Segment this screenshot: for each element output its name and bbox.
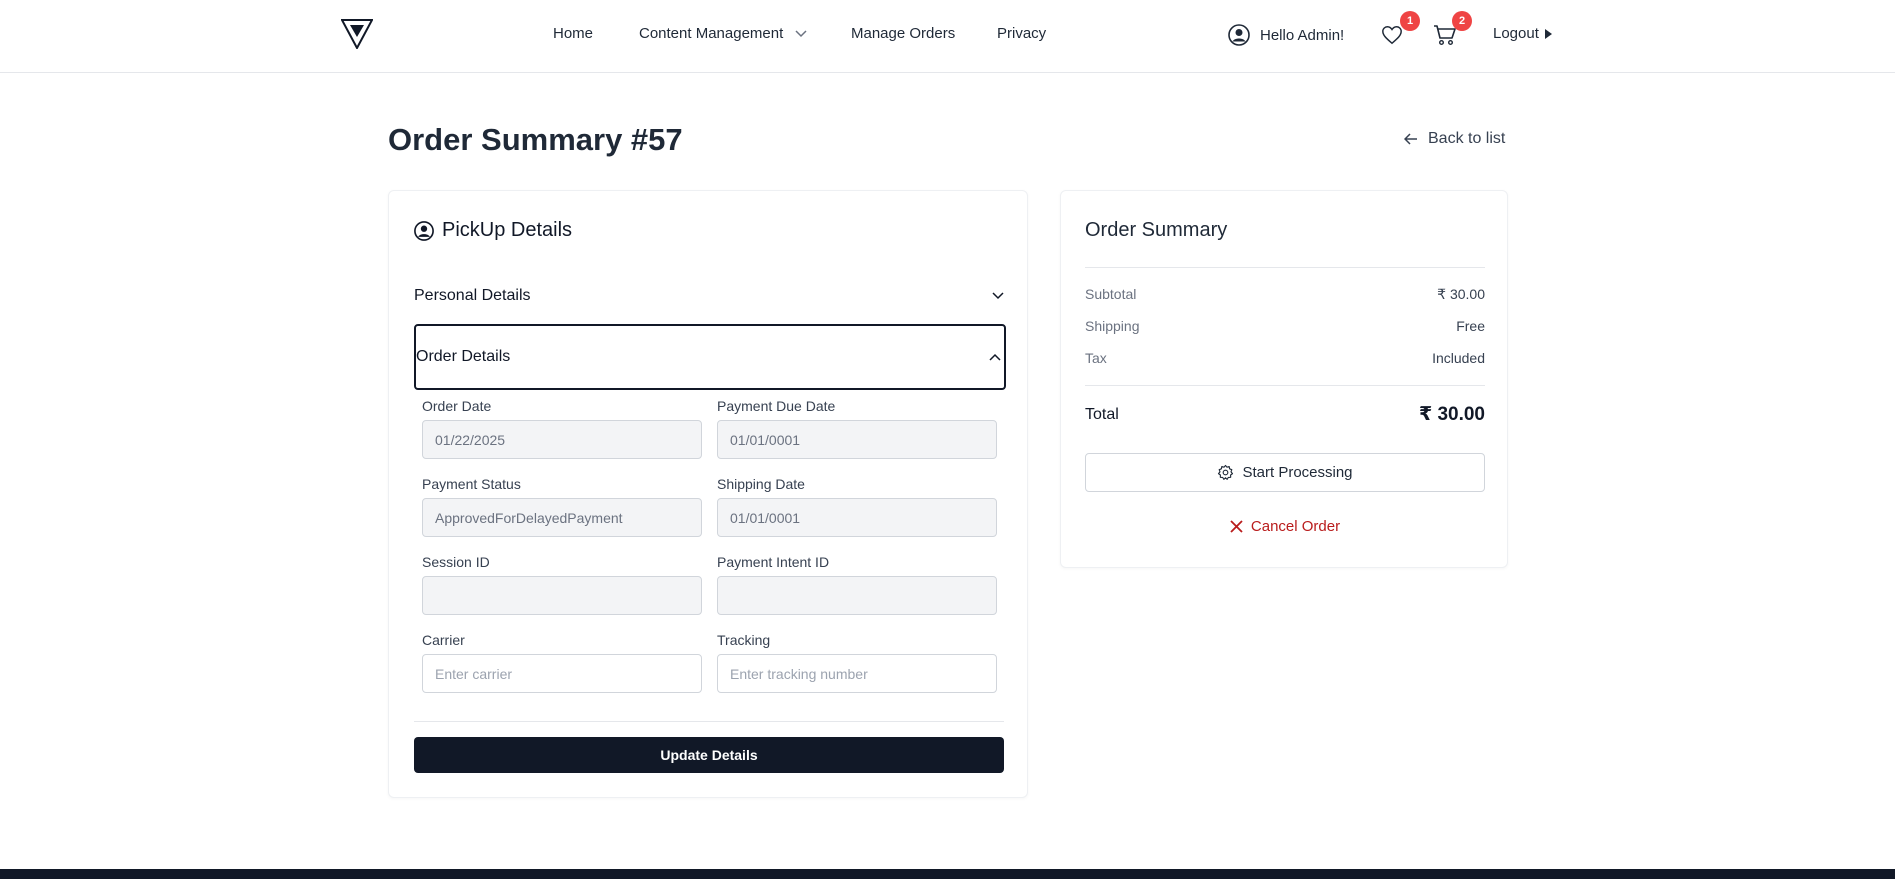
wishlist-button[interactable]: 1 — [1381, 11, 1420, 48]
form-divider — [414, 721, 1004, 722]
shipping-date-field[interactable] — [717, 498, 997, 537]
order-date-field[interactable] — [422, 420, 702, 459]
brand-logo-icon[interactable] — [341, 19, 373, 49]
chevron-down-icon — [992, 292, 1004, 300]
user-circle-icon — [1228, 24, 1250, 46]
nav-link-privacy[interactable]: Privacy — [997, 25, 1046, 42]
nav-link-home[interactable]: Home — [553, 25, 593, 42]
logout-button[interactable]: Logout — [1493, 25, 1552, 42]
tracking-input[interactable] — [717, 654, 997, 693]
total-label: Total — [1085, 405, 1119, 423]
page-footer — [0, 869, 1895, 879]
logout-label: Logout — [1493, 25, 1539, 42]
summary-divider — [1085, 267, 1485, 268]
accordion-order-details[interactable]: Order Details — [414, 324, 1006, 390]
summary-divider — [1085, 385, 1485, 386]
order-date-label: Order Date — [422, 398, 492, 414]
tax-value: Included — [1432, 350, 1485, 366]
back-to-list-label: Back to list — [1428, 130, 1506, 147]
shipping-value: Free — [1456, 318, 1485, 334]
chevron-up-icon — [989, 353, 1001, 361]
subtotal-value: ₹ 30.00 — [1437, 286, 1485, 302]
back-to-list-link[interactable]: Back to list — [1404, 130, 1505, 148]
carrier-label: Carrier — [422, 632, 465, 648]
page-title: Order Summary #57 — [388, 122, 683, 157]
payment-intent-id-label: Payment Intent ID — [717, 554, 830, 570]
payment-due-date-field[interactable] — [717, 420, 997, 459]
cart-button[interactable]: 2 — [1433, 11, 1472, 48]
start-processing-label: Start Processing — [1242, 464, 1353, 481]
shipping-row: Shipping Free — [1085, 318, 1485, 334]
accordion-order-details-label: Order Details — [416, 348, 511, 365]
order-summary-card: Order Summary Subtotal ₹ 30.00 Shipping … — [1060, 190, 1508, 568]
user-menu[interactable]: Hello Admin! — [1228, 24, 1344, 46]
shipping-label: Shipping — [1085, 318, 1140, 334]
cart-count-badge: 2 — [1452, 11, 1472, 31]
top-navbar: Home Content Management Manage Orders Pr… — [0, 0, 1895, 73]
wishlist-count-badge: 1 — [1400, 11, 1420, 31]
session-id-field[interactable] — [422, 576, 702, 615]
subtotal-row: Subtotal ₹ 30.00 — [1085, 286, 1485, 303]
payment-intent-id-field[interactable] — [717, 576, 997, 615]
subtotal-label: Subtotal — [1085, 286, 1137, 302]
carrier-input[interactable] — [422, 654, 702, 693]
arrow-left-icon — [1404, 133, 1417, 145]
payment-status-field[interactable] — [422, 498, 702, 537]
caret-right-icon — [1544, 28, 1552, 39]
pickup-details-title: PickUp Details — [414, 219, 572, 242]
nav-link-content-management[interactable]: Content Management — [639, 25, 807, 42]
chevron-down-icon — [795, 30, 807, 38]
nav-link-manage-orders[interactable]: Manage Orders — [851, 25, 955, 42]
gear-icon — [1218, 464, 1234, 480]
pickup-details-title-text: PickUp Details — [442, 219, 573, 241]
close-icon — [1230, 519, 1243, 533]
pickup-details-card: PickUp Details Personal Details Order De… — [388, 190, 1028, 798]
tracking-label: Tracking — [717, 632, 771, 648]
payment-status-label: Payment Status — [422, 476, 521, 492]
shipping-date-label: Shipping Date — [717, 476, 805, 492]
nav-link-content-management-label: Content Management — [639, 25, 784, 42]
accordion-personal-details[interactable]: Personal Details — [414, 281, 1004, 311]
user-greeting: Hello Admin! — [1260, 26, 1345, 44]
cancel-order-button[interactable]: Cancel Order — [1085, 515, 1485, 537]
session-id-label: Session ID — [422, 554, 490, 570]
update-details-button[interactable]: Update Details — [414, 737, 1004, 773]
start-processing-button[interactable]: Start Processing — [1085, 453, 1485, 492]
user-circle-icon — [414, 220, 434, 241]
order-summary-title: Order Summary — [1085, 219, 1228, 241]
cancel-order-label: Cancel Order — [1250, 517, 1341, 535]
tax-row: Tax Included — [1085, 350, 1485, 366]
tax-label: Tax — [1085, 350, 1107, 366]
accordion-personal-details-label: Personal Details — [414, 287, 531, 304]
total-row: Total ₹ 30.00 — [1085, 403, 1485, 426]
payment-due-date-label: Payment Due Date — [717, 398, 836, 414]
total-value: ₹ 30.00 — [1418, 404, 1485, 425]
heart-icon — [1382, 26, 1402, 45]
